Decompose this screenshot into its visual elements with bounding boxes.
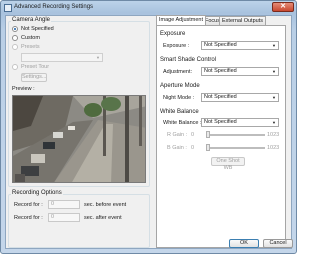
radio-preset-tour[interactable] xyxy=(12,64,18,70)
b-gain-min: 0 xyxy=(191,145,195,151)
b-gain-slider[interactable] xyxy=(207,147,265,149)
tab-image-adjustment[interactable]: Image Adjustment xyxy=(156,15,207,25)
chevron-down-icon: ▼ xyxy=(272,120,276,125)
white-balance-label: White Balance : xyxy=(163,120,202,126)
cancel-button[interactable]: Cancel xyxy=(263,239,293,248)
chevron-down-icon: ▼ xyxy=(96,55,100,60)
title-bar: Advanced Recording Settings ✕ xyxy=(1,1,296,15)
radio-not-specified-label: Not Specified xyxy=(21,26,54,32)
radio-not-specified[interactable] xyxy=(12,26,18,32)
app-icon xyxy=(4,4,12,12)
white-balance-header: White Balance xyxy=(160,109,199,115)
exposure-value: Not Specified xyxy=(204,42,237,48)
camera-angle-label: Camera Angle xyxy=(11,17,52,23)
record-before-input[interactable]: 0 xyxy=(48,200,80,209)
night-mode-label: Night Mode : xyxy=(163,95,195,101)
radio-presets[interactable] xyxy=(12,44,18,50)
radio-custom[interactable] xyxy=(12,35,18,41)
night-mode-combo[interactable]: Not Specified ▼ xyxy=(201,93,279,102)
r-gain-label: R Gain : xyxy=(167,132,188,138)
radio-presets-label: Presets xyxy=(21,44,40,50)
camera-preview-image xyxy=(12,95,146,183)
image-adjustment-panel: Exposure Exposure : Not Specified ▼ Smar… xyxy=(156,25,286,248)
exposure-header: Exposure xyxy=(160,31,186,37)
chevron-down-icon: ▼ xyxy=(272,43,276,48)
exposure-combo[interactable]: Not Specified ▼ xyxy=(201,41,279,50)
adjustment-label: Adjustment: xyxy=(163,69,193,75)
white-balance-combo[interactable]: Not Specified ▼ xyxy=(201,118,279,127)
r-gain-max: 1023 xyxy=(267,132,280,138)
radio-custom-label: Custom xyxy=(21,35,40,41)
recording-options-label: Recording Options xyxy=(11,190,63,196)
b-gain-slider-thumb[interactable] xyxy=(206,144,210,151)
record-after-label: Record for : xyxy=(14,215,43,221)
adjustment-value: Not Specified xyxy=(204,68,237,74)
dialog-window: Advanced Recording Settings ✕ Camera Ang… xyxy=(0,0,297,254)
chevron-down-icon: ▼ xyxy=(272,95,276,100)
record-after-suffix: sec. after event xyxy=(84,215,122,221)
settings-button[interactable]: Settings... xyxy=(21,73,47,82)
dialog-body: Camera Angle Not Specified Custom Preset… xyxy=(5,15,292,249)
presets-combo[interactable]: ▼ xyxy=(21,53,103,62)
record-before-label: Record for : xyxy=(14,202,43,208)
adjustment-combo[interactable]: Not Specified ▼ xyxy=(201,67,279,76)
b-gain-label: B Gain : xyxy=(167,145,187,151)
white-balance-value: Not Specified xyxy=(204,119,237,125)
r-gain-min: 0 xyxy=(191,132,195,138)
ok-button[interactable]: OK xyxy=(229,239,259,248)
aperture-header: Aperture Mode xyxy=(160,83,200,89)
smart-shade-header: Smart Shade Control xyxy=(160,57,217,63)
r-gain-slider-thumb[interactable] xyxy=(206,131,210,138)
one-shot-wb-button[interactable]: One Shot WB xyxy=(211,157,245,171)
radio-preset-tour-label: Preset Tour xyxy=(21,64,50,70)
b-gain-max: 1023 xyxy=(267,145,280,151)
r-gain-slider[interactable] xyxy=(207,134,265,136)
chevron-down-icon: ▼ xyxy=(272,69,276,74)
street-scene-image xyxy=(13,96,145,182)
preview-label: Preview : xyxy=(12,86,35,92)
record-before-suffix: sec. before event xyxy=(84,202,127,208)
record-after-input[interactable]: 0 xyxy=(48,213,80,222)
window-title: Advanced Recording Settings xyxy=(14,4,94,10)
night-mode-value: Not Specified xyxy=(204,94,237,100)
close-button[interactable]: ✕ xyxy=(272,2,294,12)
tab-external-outputs[interactable]: External Outputs xyxy=(219,16,266,25)
exposure-label: Exposure : xyxy=(163,43,190,49)
